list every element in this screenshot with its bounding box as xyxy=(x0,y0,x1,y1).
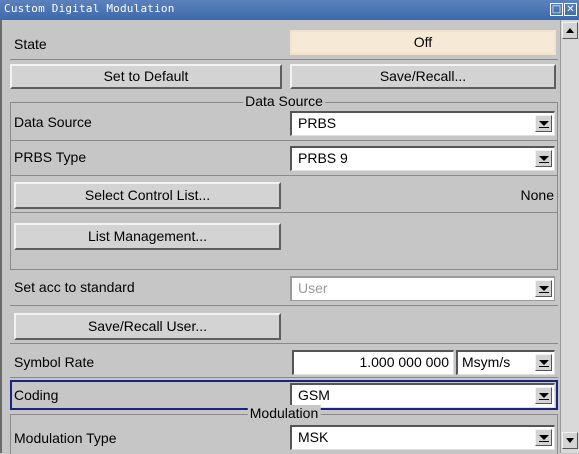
dialog-body: State Off Set to Default Save/Recall... … xyxy=(0,20,558,454)
save-recall-user-row: Save/Recall User... xyxy=(10,308,558,344)
modulation-type-select[interactable]: MSK xyxy=(290,425,555,450)
prbs-type-label: PRBS Type xyxy=(14,149,87,165)
data-source-select[interactable]: PRBS xyxy=(290,111,555,136)
data-source-label: Data Source xyxy=(14,114,92,130)
save-recall-user-button[interactable]: Save/Recall User... xyxy=(14,313,281,340)
modulation-type-row: Modulation Type MSK xyxy=(10,418,558,451)
chevron-down-icon[interactable] xyxy=(535,429,552,446)
standard-row: Set acc to standard User xyxy=(10,271,558,306)
close-icon[interactable]: ✕ xyxy=(564,3,577,16)
modulation-type-value: MSK xyxy=(298,429,329,445)
symbol-rate-row: Symbol Rate 1.000 000 000 Msym/s xyxy=(10,346,558,378)
scroll-up-icon[interactable] xyxy=(562,22,578,39)
coding-select[interactable]: GSM xyxy=(290,383,555,408)
chevron-down-icon[interactable] xyxy=(535,280,552,297)
control-list-value: None xyxy=(520,187,554,203)
symbol-rate-value: 1.000 000 000 xyxy=(359,354,449,370)
scroll-down-icon[interactable] xyxy=(562,432,578,449)
chevron-down-icon[interactable] xyxy=(535,354,552,371)
standard-select[interactable]: User xyxy=(290,276,555,301)
prbs-type-row: PRBS Type PRBS 9 xyxy=(10,143,558,176)
save-recall-button[interactable]: Save/Recall... xyxy=(290,64,556,89)
data-source-value: PRBS xyxy=(298,115,337,131)
modulation-type-label: Modulation Type xyxy=(14,430,117,446)
set-to-default-button[interactable]: Set to Default xyxy=(10,64,282,89)
data-source-section-bottom xyxy=(10,269,558,270)
list-management-button[interactable]: List Management... xyxy=(14,223,281,250)
symbol-rate-input[interactable]: 1.000 000 000 xyxy=(292,350,454,375)
chevron-down-icon[interactable] xyxy=(535,115,552,132)
standard-value: User xyxy=(298,280,328,296)
data-source-row: Data Source PRBS xyxy=(10,108,558,141)
symbol-rate-label: Symbol Rate xyxy=(14,354,95,370)
coding-value: GSM xyxy=(298,387,330,403)
symbol-rate-unit: Msym/s xyxy=(462,354,511,370)
window-title-bar: Custom Digital Modulation □ ✕ xyxy=(0,0,579,20)
select-control-list-button[interactable]: Select Control List... xyxy=(14,182,281,209)
list-management-row: List Management... xyxy=(10,216,558,256)
prbs-type-select[interactable]: PRBS 9 xyxy=(290,146,555,171)
chevron-down-icon[interactable] xyxy=(535,150,552,167)
symbol-rate-unit-select[interactable]: Msym/s xyxy=(456,350,555,375)
data-source-section-line: Data Source xyxy=(10,93,558,109)
window-controls: □ ✕ xyxy=(550,3,577,16)
maximize-icon[interactable]: □ xyxy=(550,3,563,16)
window-title: Custom Digital Modulation xyxy=(4,2,175,15)
chevron-down-icon[interactable] xyxy=(535,387,552,404)
vertical-scrollbar[interactable] xyxy=(560,20,579,453)
state-row: State Off xyxy=(10,30,558,60)
standard-label: Set acc to standard xyxy=(14,279,135,295)
state-toggle-button[interactable]: Off xyxy=(290,30,556,55)
data-source-section-title: Data Source xyxy=(243,93,325,109)
control-list-row: Select Control List... None xyxy=(10,178,558,213)
state-label: State xyxy=(14,36,47,52)
modulation-section-line: Modulation xyxy=(10,405,558,421)
prbs-type-value: PRBS 9 xyxy=(298,150,348,166)
coding-label: Coding xyxy=(14,387,59,403)
